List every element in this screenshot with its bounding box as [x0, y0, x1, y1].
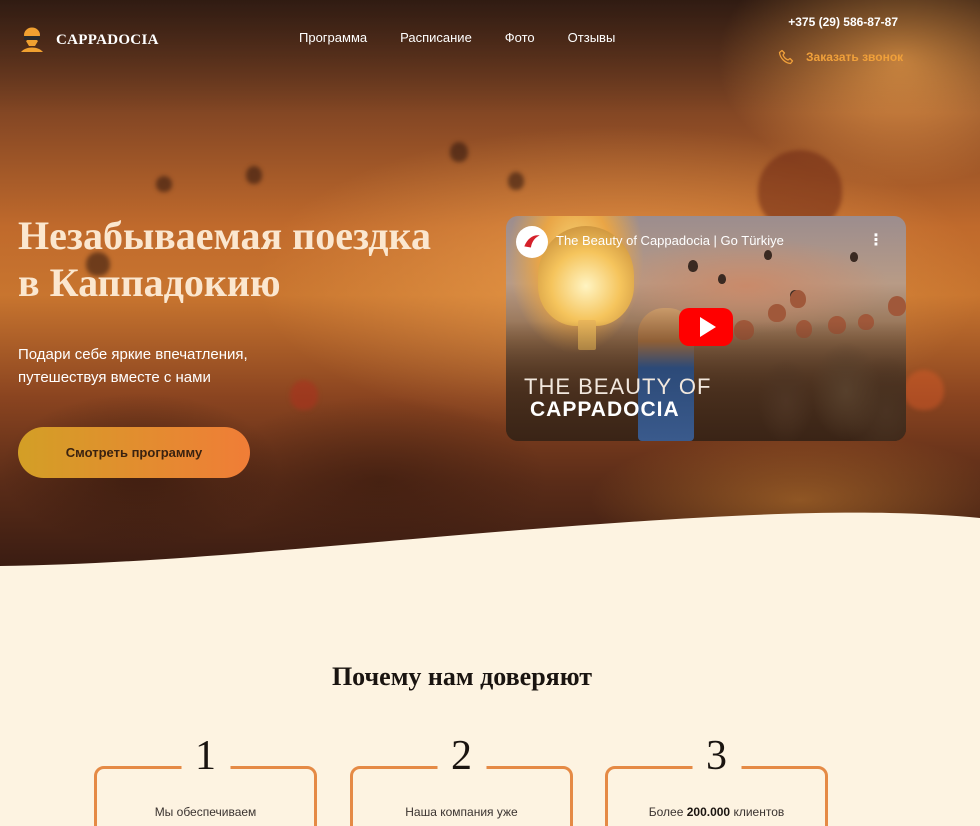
- nav-item-reviews[interactable]: Отзывы: [568, 30, 616, 45]
- background-balloon: [450, 142, 468, 162]
- card-text-post: клиентов: [730, 805, 785, 819]
- video-balloon-small: [688, 260, 698, 272]
- youtube-play-icon: [700, 317, 716, 337]
- card-number: 2: [437, 731, 486, 781]
- video-embed[interactable]: The Beauty of Cappadocia | Go Türkiye ⋮ …: [506, 216, 906, 441]
- callback-label: Заказать звонок: [806, 50, 904, 64]
- channel-avatar[interactable]: [516, 226, 548, 258]
- hero-title: Незабываемая поездка в Каппадокию: [18, 212, 498, 306]
- why-trust-title: Почему нам доверяют: [331, 662, 593, 691]
- card-text: Наша компания уже: [405, 805, 518, 819]
- hero-section: CAPPADOCIA Программа Расписание Фото Отз…: [0, 0, 980, 568]
- callback-link[interactable]: Заказать звонок: [778, 49, 903, 65]
- card-text: Более 200.000 клиентов: [608, 805, 825, 819]
- video-balloon-small: [790, 290, 806, 308]
- card-text-pre: Более: [648, 805, 687, 819]
- main-nav: Программа Расписание Фото Отзывы: [299, 30, 615, 45]
- hero-wave-divider: [0, 512, 980, 568]
- phone-icon: [778, 49, 794, 65]
- trust-card: 1 Мы обеспечиваем: [94, 731, 317, 826]
- hero-title-line1: Незабываемая поездка: [18, 213, 431, 258]
- more-options-icon[interactable]: ⋮: [868, 230, 884, 250]
- phone-number[interactable]: +375 (29) 586-87-87: [788, 15, 898, 29]
- card-text-bold: 200.000: [686, 805, 731, 819]
- video-balloon-small: [764, 250, 772, 260]
- trust-card: 2 Наша компания уже: [350, 731, 573, 826]
- hero-subtitle-line2: путешествуя вместе с нами: [18, 369, 211, 386]
- video-overlay-line2: CAPPADOCIA: [530, 398, 680, 421]
- balloon-logo-icon: [21, 27, 43, 52]
- nav-item-photo[interactable]: Фото: [505, 30, 535, 45]
- card-text: Мы обеспечиваем: [154, 805, 257, 819]
- hero-title-line2: в Каппадокию: [18, 260, 281, 305]
- view-program-button[interactable]: Смотреть программу: [18, 427, 250, 478]
- youtube-play-button[interactable]: [679, 308, 733, 346]
- video-balloon-small: [768, 304, 786, 322]
- nav-item-schedule[interactable]: Расписание: [400, 30, 472, 45]
- video-balloon-small: [850, 252, 858, 262]
- logo-text: CAPPADOCIA: [56, 31, 159, 48]
- background-balloon: [156, 176, 172, 192]
- background-balloon: [904, 370, 944, 410]
- card-number: 3: [692, 731, 741, 781]
- video-title[interactable]: The Beauty of Cappadocia | Go Türkiye: [556, 233, 784, 248]
- background-balloon: [246, 166, 262, 184]
- logo[interactable]: CAPPADOCIA: [18, 26, 159, 54]
- hero-subtitle: Подари себе яркие впечатления, путешеств…: [18, 343, 318, 389]
- hero-subtitle-line1: Подари себе яркие впечатления,: [18, 346, 248, 363]
- video-balloon-small: [888, 296, 906, 316]
- video-balloon-small: [718, 274, 726, 284]
- nav-item-program[interactable]: Программа: [299, 30, 367, 45]
- background-balloon: [508, 172, 524, 190]
- card-number: 1: [181, 731, 230, 781]
- go-turkiye-logo-icon: [524, 235, 540, 248]
- trust-card: 3 Более 200.000 клиентов: [605, 731, 828, 826]
- video-overlay-line1: THE BEAUTY OF: [524, 374, 712, 399]
